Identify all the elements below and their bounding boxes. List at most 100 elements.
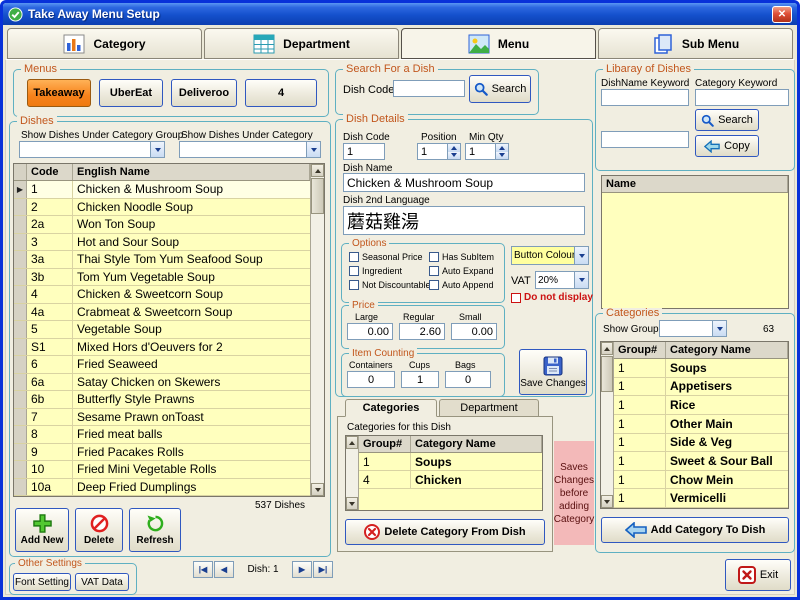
tab-dish-categories[interactable]: Categories bbox=[345, 399, 437, 417]
spin-down-icon[interactable] bbox=[496, 152, 508, 160]
min-qty-stepper[interactable]: 1 bbox=[465, 143, 509, 160]
dish-table-scrollbar[interactable] bbox=[310, 164, 324, 496]
chevron-down-icon[interactable] bbox=[574, 247, 588, 264]
table-row[interactable]: ▶1Chicken & Mushroom Soup bbox=[14, 181, 310, 199]
deliveroo-menu-button[interactable]: Deliveroo bbox=[171, 79, 237, 107]
menu-4-button[interactable]: 4 bbox=[245, 79, 317, 107]
chevron-down-icon[interactable] bbox=[306, 142, 320, 157]
cups-input[interactable]: 1 bbox=[401, 371, 439, 388]
first-dish-button[interactable]: |◀ bbox=[193, 561, 213, 578]
position-stepper[interactable]: 1 bbox=[417, 143, 461, 160]
scroll-down-icon[interactable] bbox=[346, 497, 358, 510]
spin-up-icon[interactable] bbox=[448, 144, 460, 152]
category-group-filter-dropdown[interactable] bbox=[19, 141, 165, 158]
takeaway-menu-button[interactable]: Takeaway bbox=[27, 79, 91, 107]
show-group-dropdown[interactable] bbox=[659, 320, 727, 337]
not-discountable-checkbox[interactable] bbox=[349, 280, 359, 290]
table-row[interactable]: 2aWon Ton Soup bbox=[14, 216, 310, 234]
price-regular-input[interactable]: 2.60 bbox=[399, 323, 445, 340]
category-keyword-input[interactable] bbox=[695, 89, 789, 106]
library-search-button[interactable]: Search bbox=[695, 109, 759, 131]
ubereat-menu-button[interactable]: UberEat bbox=[99, 79, 163, 107]
table-row[interactable]: 1Soups bbox=[614, 359, 788, 378]
dish-code-input[interactable]: 1 bbox=[343, 143, 385, 160]
auto-append-checkbox[interactable] bbox=[429, 280, 439, 290]
ingredient-checkbox[interactable] bbox=[349, 266, 359, 276]
table-row[interactable]: 10aDeep Fried Dumplings bbox=[14, 479, 310, 497]
table-row[interactable]: 3Hot and Sour Soup bbox=[14, 234, 310, 252]
has-subitem-checkbox[interactable] bbox=[429, 252, 439, 262]
table-row[interactable]: 3aThai Style Tom Yum Seafood Soup bbox=[14, 251, 310, 269]
table-row[interactable]: 1Other Main bbox=[614, 415, 788, 434]
table-row[interactable]: 4Chicken bbox=[359, 471, 542, 489]
table-row[interactable]: 6bButterfly Style Prawns bbox=[14, 391, 310, 409]
refresh-button[interactable]: Refresh bbox=[129, 508, 181, 552]
table-row[interactable]: 4aCrabmeat & Sweetcorn Soup bbox=[14, 304, 310, 322]
table-row[interactable]: 10Fried Mini Vegetable Rolls bbox=[14, 461, 310, 479]
last-dish-button[interactable]: ▶| bbox=[313, 561, 333, 578]
table-row[interactable]: 1Chow Mein bbox=[614, 471, 788, 490]
tab-dish-department[interactable]: Department bbox=[439, 399, 539, 417]
tab-menu[interactable]: Menu bbox=[401, 28, 596, 59]
chevron-down-icon[interactable] bbox=[574, 272, 588, 288]
library-extra-input[interactable] bbox=[601, 131, 689, 148]
library-copy-button[interactable]: Copy bbox=[695, 135, 759, 157]
table-row[interactable]: 4Chicken & Sweetcorn Soup bbox=[14, 286, 310, 304]
add-new-button[interactable]: Add New bbox=[15, 508, 69, 552]
category-filter-dropdown[interactable] bbox=[179, 141, 321, 158]
scroll-down-icon[interactable] bbox=[311, 483, 324, 496]
button-colour-dropdown[interactable]: Button Colour bbox=[511, 246, 589, 265]
table-row[interactable]: 3bTom Yum Vegetable Soup bbox=[14, 269, 310, 287]
table-row[interactable]: 1Side & Veg bbox=[614, 434, 788, 453]
dish-name-input[interactable]: Chicken & Mushroom Soup bbox=[343, 173, 585, 192]
table-row[interactable]: S1Mixed Hors d'Oeuvers for 2 bbox=[14, 339, 310, 357]
categories-scrollbar[interactable] bbox=[601, 342, 614, 508]
exit-button[interactable]: Exit bbox=[725, 559, 791, 591]
do-not-display-checkbox[interactable] bbox=[511, 293, 521, 303]
table-row[interactable]: 9Fried Pacakes Rolls bbox=[14, 444, 310, 462]
dish-categories-scrollbar[interactable] bbox=[346, 436, 359, 510]
bags-input[interactable]: 0 bbox=[445, 371, 491, 388]
auto-expand-checkbox[interactable] bbox=[429, 266, 439, 276]
second-language-input[interactable]: 蘑菇雞湯 bbox=[343, 206, 585, 235]
vat-dropdown[interactable]: 20% bbox=[535, 271, 589, 289]
dishname-keyword-input[interactable] bbox=[601, 89, 689, 106]
table-row[interactable]: 6aSatay Chicken on Skewers bbox=[14, 374, 310, 392]
containers-input[interactable]: 0 bbox=[347, 371, 395, 388]
chevron-down-icon[interactable] bbox=[150, 142, 164, 157]
save-changes-button[interactable]: Save Changes bbox=[519, 349, 587, 395]
search-dish-button[interactable]: Search bbox=[469, 75, 531, 103]
scrollbar-thumb[interactable] bbox=[311, 178, 324, 214]
tab-sub-menu[interactable]: Sub Menu bbox=[598, 28, 793, 59]
scroll-up-icon[interactable] bbox=[311, 164, 324, 177]
table-row[interactable]: 2Chicken Noodle Soup bbox=[14, 199, 310, 217]
table-row[interactable]: 1Rice bbox=[614, 396, 788, 415]
spin-up-icon[interactable] bbox=[496, 144, 508, 152]
table-row[interactable]: 8Fried meat balls bbox=[14, 426, 310, 444]
close-icon[interactable]: ✕ bbox=[772, 6, 792, 23]
scroll-up-icon[interactable] bbox=[601, 342, 613, 355]
table-row[interactable]: 5Vegetable Soup bbox=[14, 321, 310, 339]
table-row[interactable]: 1Vermicelli bbox=[614, 489, 788, 508]
table-row[interactable]: 6Fried Seaweed bbox=[14, 356, 310, 374]
spin-down-icon[interactable] bbox=[448, 152, 460, 160]
table-row[interactable]: 7Sesame Prawn onToast bbox=[14, 409, 310, 427]
vat-data-button[interactable]: VAT Data bbox=[75, 573, 129, 591]
seasonal-price-checkbox[interactable] bbox=[349, 252, 359, 262]
prev-dish-button[interactable]: ◀ bbox=[214, 561, 234, 578]
add-category-to-dish-button[interactable]: Add Category To Dish bbox=[601, 517, 789, 543]
chevron-down-icon[interactable] bbox=[712, 321, 726, 336]
scrollbar-thumb[interactable] bbox=[601, 356, 613, 392]
delete-button[interactable]: Delete bbox=[75, 508, 123, 552]
delete-category-from-dish-button[interactable]: Delete Category From Dish bbox=[345, 519, 545, 545]
search-dish-code-input[interactable] bbox=[393, 80, 465, 97]
table-row[interactable]: 1Sweet & Sour Ball bbox=[614, 452, 788, 471]
font-setting-button[interactable]: Font Setting bbox=[13, 573, 71, 591]
scroll-up-icon[interactable] bbox=[346, 436, 358, 449]
scroll-down-icon[interactable] bbox=[601, 495, 613, 508]
table-row[interactable]: 1Appetisers bbox=[614, 378, 788, 397]
table-row[interactable]: 1Soups bbox=[359, 453, 542, 471]
tab-department[interactable]: Department bbox=[204, 28, 399, 59]
price-large-input[interactable]: 0.00 bbox=[347, 323, 393, 340]
next-dish-button[interactable]: ▶ bbox=[292, 561, 312, 578]
